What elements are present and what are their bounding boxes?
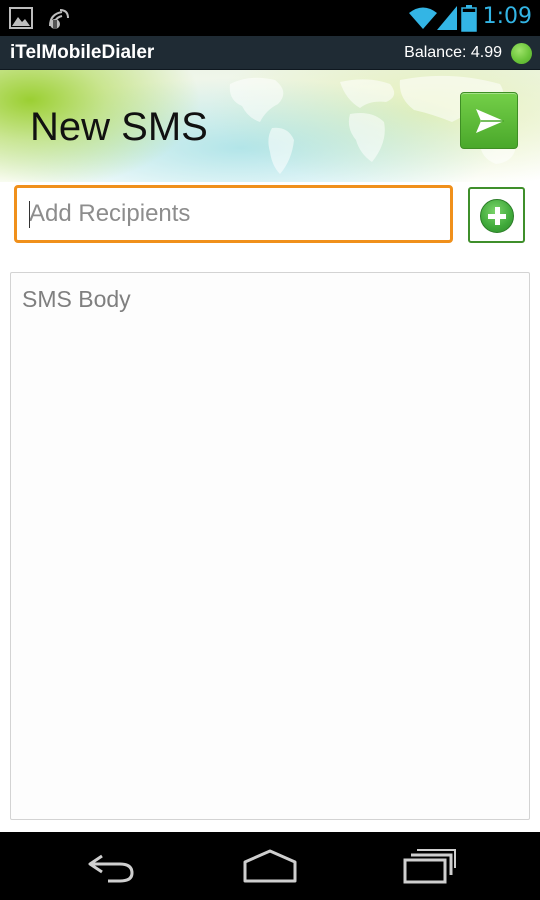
- navigation-bar: [0, 832, 540, 900]
- broadcast-icon: [49, 9, 69, 29]
- balance-label: Balance: 4.99: [404, 44, 502, 61]
- page-title: New SMS: [30, 105, 208, 149]
- wifi-icon: [409, 7, 437, 29]
- add-circle-icon: [480, 199, 514, 233]
- recipients-input[interactable]: [14, 185, 453, 243]
- status-time: 1:09: [482, 4, 532, 29]
- send-button[interactable]: [460, 92, 518, 149]
- recent-apps-icon[interactable]: [402, 848, 456, 884]
- home-icon[interactable]: [242, 848, 298, 884]
- text-cursor: [29, 201, 30, 228]
- send-icon: [476, 109, 504, 133]
- header-banner: New SMS: [0, 70, 540, 182]
- add-recipient-button[interactable]: [468, 187, 525, 243]
- battery-icon: [461, 5, 477, 32]
- signal-icon: [437, 6, 457, 30]
- new-sms-screen: New SMS: [0, 70, 540, 832]
- back-icon[interactable]: [86, 848, 138, 884]
- status-bar: 1:09: [0, 0, 540, 36]
- gallery-icon: [9, 7, 33, 29]
- title-bar: iTelMobileDialer Balance: 4.99: [0, 36, 540, 70]
- connection-status-icon: [511, 43, 532, 64]
- app-title: iTelMobileDialer: [10, 42, 155, 63]
- sms-body-field[interactable]: [10, 272, 530, 820]
